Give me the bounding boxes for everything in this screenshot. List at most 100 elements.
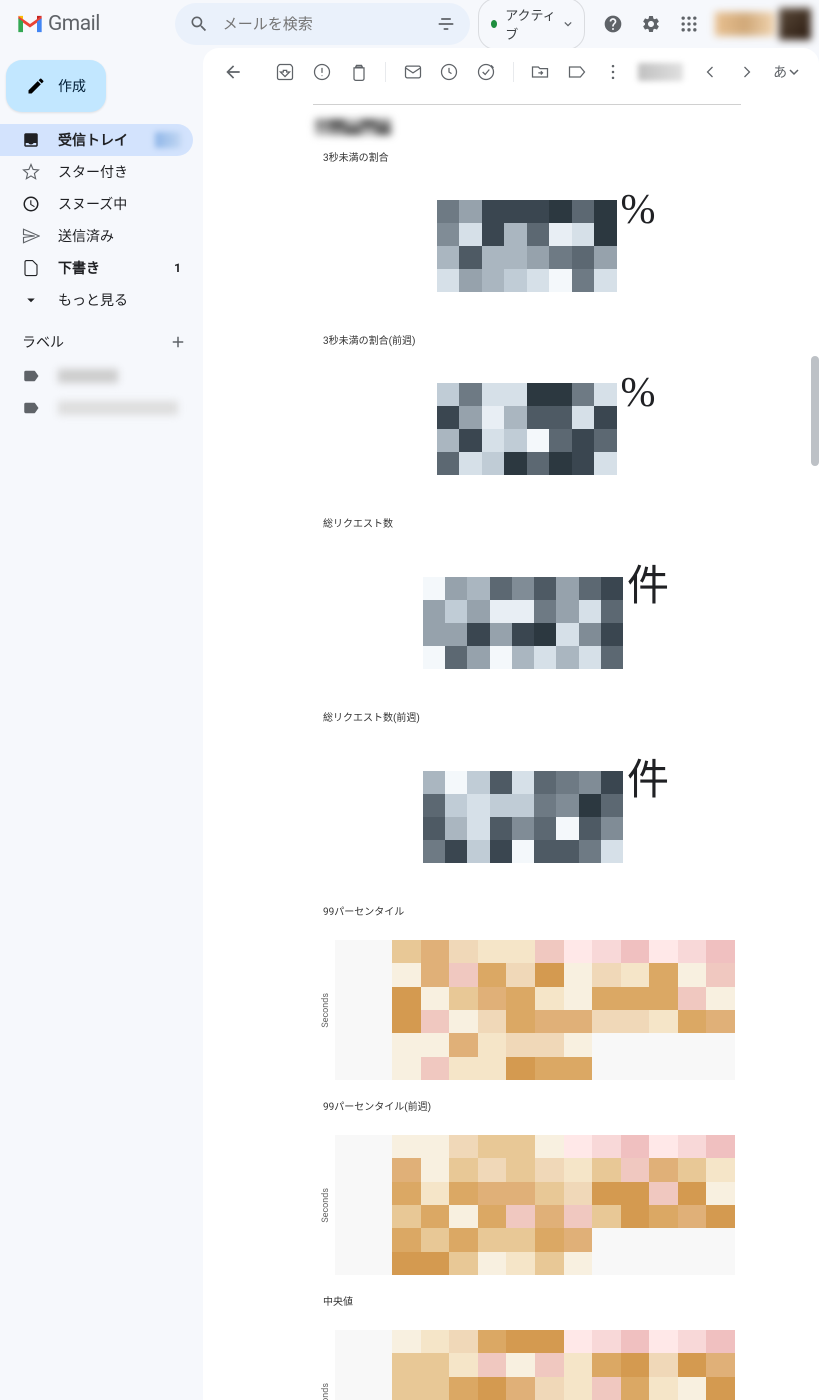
search-input[interactable] [223, 15, 422, 33]
chart-label: 中央値 [323, 1293, 779, 1308]
nav-label: もっと見る [58, 290, 128, 310]
metric-value-row: % [273, 186, 779, 292]
message-toolbar: あ [203, 48, 819, 96]
chart-block: 99パーセンタイル Seconds [321, 903, 779, 1080]
compose-label: 作成 [58, 76, 86, 96]
clock-icon [22, 195, 40, 213]
star-icon [22, 163, 40, 181]
labels-icon[interactable] [560, 54, 593, 90]
y-axis-label: Seconds [321, 993, 331, 1028]
status-dropdown[interactable]: アクティブ [478, 0, 585, 50]
pagination-text-redacted [638, 63, 684, 81]
nav-label: スター付き [58, 162, 128, 182]
inbox-count [155, 132, 181, 148]
mail-content: 3秒未満の割合 % 3秒未満の割合(前週) % 総リクエスト数 件 総リクエスト… [203, 96, 819, 1400]
compose-button[interactable]: 作成 [6, 60, 106, 112]
nav-snoozed[interactable]: スヌーズ中 [0, 188, 193, 220]
search-icon[interactable] [181, 6, 217, 42]
metric-block: 3秒未満の割合(前週) % [273, 332, 779, 475]
chart-block: 中央値 Seconds [321, 1293, 779, 1400]
chart-label: 99パーセンタイル(前週) [323, 1098, 779, 1113]
nav-sent[interactable]: 送信済み [0, 220, 193, 252]
send-icon [22, 227, 40, 245]
input-method-button[interactable]: あ [767, 58, 805, 86]
nav-label: 下書き [58, 258, 100, 278]
add-task-icon[interactable] [470, 54, 503, 90]
header: Gmail アクティブ [0, 0, 819, 48]
spam-icon[interactable] [306, 54, 339, 90]
nav-label: 受信トレイ [58, 130, 128, 150]
status-dot-icon [491, 20, 497, 28]
apps-icon[interactable] [671, 6, 707, 42]
header-actions [595, 6, 707, 42]
label-item[interactable] [0, 392, 203, 424]
label-text-redacted [58, 369, 118, 383]
metric-block: 3秒未満の割合 % [273, 149, 779, 292]
metric-value-redacted [437, 200, 617, 292]
chart-redacted [335, 1135, 735, 1275]
metric-label: 3秒未満の割合(前週) [323, 332, 779, 347]
divider [313, 104, 741, 105]
chart-block: 99パーセンタイル(前週) Seconds [321, 1098, 779, 1275]
metric-block: 総リクエスト数(前週) 件 [273, 709, 779, 863]
chart-redacted [335, 1330, 735, 1400]
settings-icon[interactable] [633, 6, 669, 42]
label-item[interactable] [0, 360, 203, 392]
nav-inbox[interactable]: 受信トレイ [0, 124, 193, 156]
more-menu-icon[interactable] [597, 54, 630, 90]
label-icon [22, 399, 40, 417]
account-avatar[interactable] [715, 8, 811, 40]
snooze-icon[interactable] [433, 54, 466, 90]
back-button[interactable] [217, 54, 250, 90]
move-to-icon[interactable] [523, 54, 556, 90]
chart-container: Seconds [321, 940, 779, 1080]
chevron-down-icon [564, 19, 572, 29]
chevron-down-icon [22, 291, 40, 309]
label-icon [22, 367, 40, 385]
draft-icon [22, 259, 40, 277]
lang-label: あ [773, 62, 787, 82]
nav-list: 受信トレイ スター付き スヌーズ中 送信済み 下書き 1 もっと見る [0, 124, 203, 316]
chart-container: Seconds [321, 1135, 779, 1275]
scrollbar-thumb[interactable] [811, 356, 819, 466]
labels-title: ラベル [22, 332, 64, 352]
y-axis-label: Seconds [321, 1383, 331, 1400]
prev-button[interactable] [693, 54, 726, 90]
archive-icon[interactable] [269, 54, 302, 90]
metric-unit: 件 [627, 552, 669, 613]
gmail-logo[interactable]: Gmail [16, 12, 100, 36]
metric-value-row: 件 [273, 746, 779, 863]
y-axis-label: Seconds [321, 1188, 331, 1223]
nav-drafts[interactable]: 下書き 1 [0, 252, 193, 284]
mark-unread-icon[interactable] [396, 54, 429, 90]
metric-value-row: 件 [273, 552, 779, 669]
inbox-icon [22, 131, 40, 149]
metric-label: 総リクエスト数 [323, 515, 779, 530]
metric-value-row: % [273, 369, 779, 475]
chart-label: 99パーセンタイル [323, 903, 779, 918]
metric-value-redacted [423, 577, 623, 669]
chart-redacted [335, 940, 735, 1080]
section-title-redacted [315, 119, 391, 135]
labels-section-header: ラベル [0, 316, 203, 360]
next-button[interactable] [730, 54, 763, 90]
metric-label: 総リクエスト数(前週) [323, 709, 779, 724]
nav-label: スヌーズ中 [58, 194, 127, 214]
chevron-down-icon [789, 67, 799, 77]
delete-icon[interactable] [342, 54, 375, 90]
metric-value-redacted [423, 771, 623, 863]
metric-unit: % [621, 369, 656, 417]
mail-body: 3秒未満の割合 % 3秒未満の割合(前週) % 総リクエスト数 件 総リクエスト… [203, 104, 819, 1400]
metric-unit: % [621, 186, 656, 234]
nav-starred[interactable]: スター付き [0, 156, 193, 188]
gmail-text: Gmail [48, 12, 100, 36]
metric-block: 総リクエスト数 件 [273, 515, 779, 669]
search-bar[interactable] [175, 3, 470, 45]
nav-label: 送信済み [58, 226, 114, 246]
plus-icon[interactable] [169, 333, 187, 351]
metric-unit: 件 [627, 746, 669, 807]
search-options-icon[interactable] [428, 6, 464, 42]
logo-area: Gmail [12, 12, 171, 36]
nav-more[interactable]: もっと見る [0, 284, 193, 316]
help-icon[interactable] [595, 6, 631, 42]
